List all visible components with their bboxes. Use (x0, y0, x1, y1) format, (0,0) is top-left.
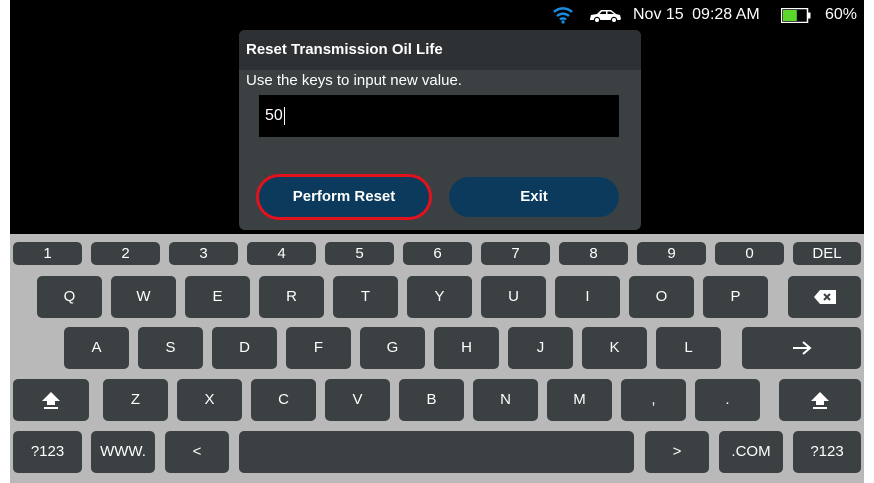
battery-icon (781, 8, 811, 23)
date-text: Nov 15 (633, 6, 684, 23)
key-b[interactable]: B (399, 379, 464, 421)
key-5[interactable]: 5 (325, 242, 394, 265)
key-4[interactable]: 4 (247, 242, 316, 265)
key-6[interactable]: 6 (403, 242, 472, 265)
key-o[interactable]: O (629, 276, 694, 318)
key-0[interactable]: 0 (715, 242, 784, 265)
key-x[interactable]: X (177, 379, 242, 421)
key-a[interactable]: A (64, 327, 129, 369)
dotcom-key[interactable]: .COM (719, 431, 783, 473)
space-key[interactable] (239, 431, 634, 473)
key-r[interactable]: R (259, 276, 324, 318)
key-y[interactable]: Y (407, 276, 472, 318)
key-c[interactable]: C (251, 379, 316, 421)
key-u[interactable]: U (481, 276, 546, 318)
key-i[interactable]: I (555, 276, 620, 318)
key-2[interactable]: 2 (91, 242, 160, 265)
key-f[interactable]: F (286, 327, 351, 369)
vehicle-connection-icon (590, 10, 621, 24)
backspace-icon (813, 290, 836, 305)
key-v[interactable]: V (325, 379, 390, 421)
shift-icon (42, 392, 60, 410)
time-text: 09:28 AM (692, 6, 760, 23)
key-1[interactable]: 1 (13, 242, 82, 265)
key-h[interactable]: H (434, 327, 499, 369)
value-input[interactable]: 50 (259, 95, 619, 137)
key-p[interactable]: P (703, 276, 768, 318)
app-screen: Nov 15 09:28 AM 60% Reset Transmission O… (10, 0, 864, 234)
value-input-text: 50 (265, 107, 283, 124)
www-key[interactable]: WWW. (91, 431, 155, 473)
shift-key-right[interactable] (779, 379, 861, 421)
key-n[interactable]: N (473, 379, 538, 421)
battery-percent: 60% (825, 6, 858, 23)
left-bezel (0, 0, 10, 483)
dialog-message: Use the keys to input new value. (246, 72, 462, 89)
key-q[interactable]: Q (37, 276, 102, 318)
key-8[interactable]: 8 (559, 242, 628, 265)
arrow-right-icon (792, 341, 812, 355)
reset-dialog: Reset Transmission Oil Life Use the keys… (239, 30, 641, 230)
wifi-icon (553, 7, 573, 24)
datetime: Nov 15 09:28 AM (633, 6, 760, 24)
key-l[interactable]: L (656, 327, 721, 369)
greater-than-key[interactable]: > (645, 431, 709, 473)
delete-key[interactable]: DEL (793, 242, 861, 265)
key-g[interactable]: G (360, 327, 425, 369)
symbols-key-left[interactable]: ?123 (13, 431, 82, 473)
backspace-key[interactable] (788, 276, 861, 318)
key-m[interactable]: M (547, 379, 612, 421)
dialog-title: Reset Transmission Oil Life (239, 30, 641, 70)
key-7[interactable]: 7 (481, 242, 550, 265)
text-caret (283, 106, 285, 125)
key-period[interactable]: . (695, 379, 760, 421)
exit-button[interactable]: Exit (449, 177, 619, 217)
key-comma[interactable]: , (621, 379, 686, 421)
right-bezel (864, 0, 874, 483)
key-d[interactable]: D (212, 327, 277, 369)
key-s[interactable]: S (138, 327, 203, 369)
key-t[interactable]: T (333, 276, 398, 318)
shift-icon (811, 392, 829, 410)
perform-reset-button[interactable]: Perform Reset (259, 177, 429, 217)
status-bar: Nov 15 09:28 AM 60% (10, 0, 864, 30)
less-than-key[interactable]: < (165, 431, 229, 473)
key-w[interactable]: W (111, 276, 176, 318)
key-z[interactable]: Z (103, 379, 168, 421)
key-9[interactable]: 9 (637, 242, 706, 265)
key-j[interactable]: J (508, 327, 573, 369)
key-k[interactable]: K (582, 327, 647, 369)
enter-key[interactable] (742, 327, 861, 369)
on-screen-keyboard: 1 2 3 4 5 6 7 8 9 0 DEL Q W E R T Y U I … (10, 234, 864, 483)
shift-key-left[interactable] (13, 379, 89, 421)
key-e[interactable]: E (185, 276, 250, 318)
key-3[interactable]: 3 (169, 242, 238, 265)
symbols-key-right[interactable]: ?123 (793, 431, 861, 473)
